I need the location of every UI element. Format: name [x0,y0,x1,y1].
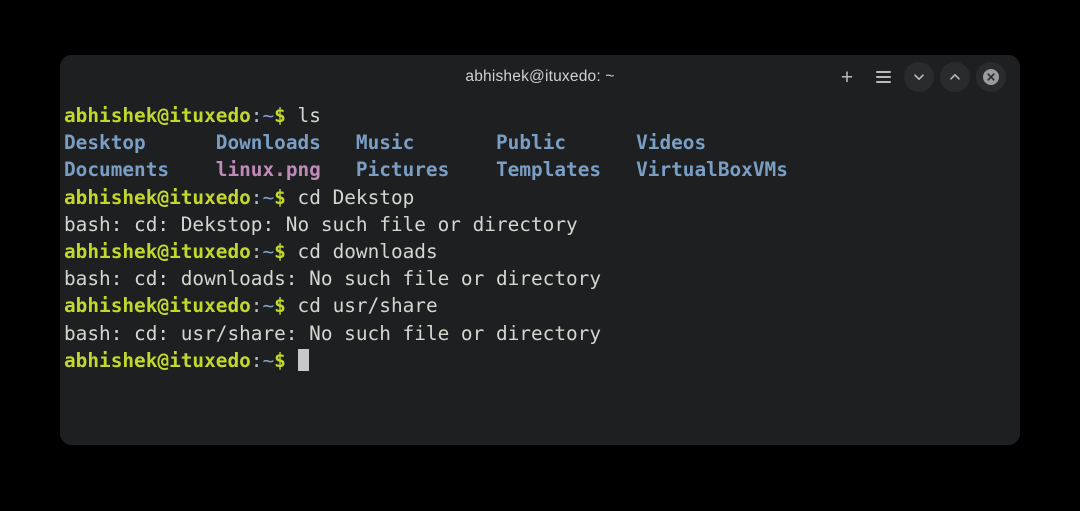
prompt-colon: : [250,348,263,372]
file-linux-png: linux.png [215,158,321,182]
plus-icon: + [840,65,854,89]
file-downloads: Downloads [215,131,321,155]
prompt-user-host: abhishek@ituxedo [64,348,251,372]
command-cd-downloads: cd downloads [297,239,438,263]
chevron-up-icon [950,74,960,80]
prompt-sigil: $ [274,294,286,318]
terminal-line-active-prompt[interactable]: abhishek@ituxedo:~$ [64,347,1020,374]
terminal-line-prompt-cd-dekstop: abhishek@ituxedo:~$ cd Dekstop [64,184,1020,211]
file-music: Music [355,131,415,155]
file-templates: Templates [496,158,602,182]
prompt-colon: : [250,294,263,318]
minimize-button[interactable] [904,62,934,92]
prompt-user-host: abhishek@ituxedo [64,294,251,318]
prompt-path: ~ [262,239,275,263]
prompt-sigil: $ [274,348,286,372]
file-videos: Videos [636,131,707,155]
terminal-line-ls-row2: Documents linux.png Pictures Templates V… [64,156,1020,183]
terminal-output-area[interactable]: abhishek@ituxedo:~$ ls Desktop Downloads… [60,99,1020,445]
terminal-line-prompt-cd-usr-share: abhishek@ituxedo:~$ cd usr/share [64,292,1020,319]
command-cd-dekstop: cd Dekstop [297,185,415,209]
title-bar[interactable]: abhishek@ituxedo: ~ + [60,55,1020,99]
desktop-background: abhishek@ituxedo: ~ + abhishek@ituxedo:~… [0,0,1080,511]
prompt-colon: : [250,239,263,263]
chevron-down-icon [914,74,924,80]
new-tab-button[interactable]: + [832,62,862,92]
prompt-path: ~ [262,104,275,127]
prompt-path: ~ [262,185,275,209]
file-documents: Documents [64,158,170,182]
prompt-user-host: abhishek@ituxedo [64,185,251,209]
prompt-sigil: $ [274,239,286,263]
window-title: abhishek@ituxedo: ~ [465,68,615,85]
terminal-line-ls-row1: Desktop Downloads Music Public Videos [64,129,1020,156]
prompt-sigil: $ [274,104,286,127]
text-cursor [297,348,310,371]
command-ls: ls [297,104,321,127]
file-virtualboxvms: VirtualBoxVMs [636,158,788,182]
window-controls: + [832,55,1006,99]
menu-button[interactable] [868,62,898,92]
maximize-button[interactable] [940,62,970,92]
file-pictures: Pictures [355,158,450,182]
terminal-line-error-usr-share: bash: cd: usr/share: No such file or dir… [64,321,602,345]
prompt-colon: : [250,104,263,127]
file-desktop: Desktop [64,131,146,155]
terminal-line-prompt-cd-downloads: abhishek@ituxedo:~$ cd downloads [64,238,1020,265]
terminal-window: abhishek@ituxedo: ~ + abhishek@ituxedo:~… [60,55,1020,445]
command-cd-usr-share: cd usr/share [297,294,438,318]
terminal-line-error-downloads: bash: cd: downloads: No such file or dir… [64,267,602,291]
hamburger-icon [875,71,891,83]
close-icon [983,69,999,85]
prompt-path: ~ [262,294,275,318]
prompt-user-host: abhishek@ituxedo [64,239,251,263]
prompt-sigil: $ [274,185,286,209]
terminal-line-prompt-ls: abhishek@ituxedo:~$ ls [64,102,1020,129]
prompt-user-host: abhishek@ituxedo [64,104,251,127]
close-button[interactable] [976,62,1006,92]
prompt-colon: : [250,185,263,209]
terminal-line-error-dekstop: bash: cd: Dekstop: No such file or direc… [64,212,578,236]
file-public: Public [496,131,567,155]
prompt-path: ~ [262,348,275,372]
